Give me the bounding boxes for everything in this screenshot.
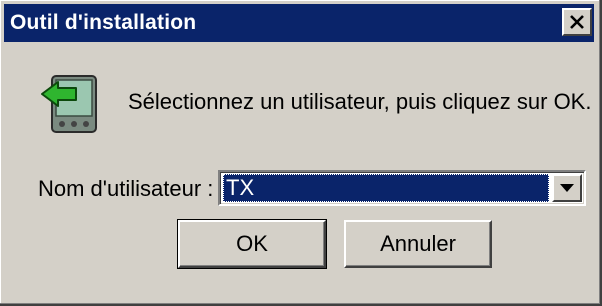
close-button[interactable] bbox=[562, 8, 592, 36]
dropdown-button[interactable] bbox=[552, 174, 582, 202]
title-bar[interactable]: Outil d'installation bbox=[4, 4, 594, 42]
install-tool-dialog: Outil d'installation Sélectionnez un uti… bbox=[0, 0, 602, 306]
instruction-message: Sélectionnez un utilisateur, puis clique… bbox=[128, 89, 592, 114]
user-name-select[interactable]: TX bbox=[218, 170, 586, 206]
user-name-label: Nom d'utilisateur : bbox=[38, 176, 214, 201]
window-title: Outil d'installation bbox=[10, 11, 197, 34]
chevron-down-icon bbox=[560, 183, 574, 192]
cancel-button[interactable]: Annuler bbox=[344, 220, 492, 268]
close-icon bbox=[570, 15, 584, 29]
hotsync-install-icon bbox=[41, 75, 97, 133]
user-name-selected-value[interactable]: TX bbox=[223, 174, 549, 202]
ok-button[interactable]: OK bbox=[177, 219, 327, 269]
